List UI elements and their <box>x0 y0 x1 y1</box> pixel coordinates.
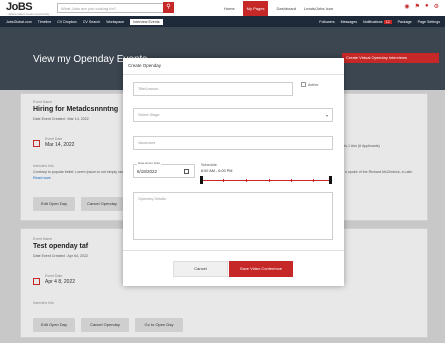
cancel-openday-button[interactable]: Cancel Openday <box>81 197 123 211</box>
event-created-date: Date Event Created : Apr 04, 2022 <box>33 254 88 258</box>
nav-item-home[interactable]: JobsGlobal.com <box>6 20 32 24</box>
nav-item-followers[interactable]: Followers <box>319 20 334 24</box>
search-icon[interactable]: ⚲ <box>163 2 174 13</box>
chevron-down-icon: ▾ <box>325 113 328 118</box>
event-title: Hiring for Metadcsnnntng <box>33 106 119 113</box>
modal-footer-divider <box>123 250 344 251</box>
nav-bar: JobsGlobal.com Timeline CV Dropbox CV Se… <box>0 16 445 27</box>
title-input[interactable]: Title/Lesson <box>133 82 293 96</box>
edit-open-day-button[interactable]: Edit Open Day <box>33 318 75 332</box>
notifications-label: Notifications <box>363 19 383 24</box>
read-more-link[interactable]: Read more <box>33 176 51 180</box>
nav-item-cv-search[interactable]: CV Search <box>83 20 100 24</box>
event-created-date: Date Event Created : Mar 14, 2022 <box>33 117 89 121</box>
top-icons: ◉ ⚑ ● ⚙ <box>404 3 439 10</box>
slider-start-handle[interactable] <box>200 176 203 184</box>
top-link-dashboard[interactable]: Dashboard <box>276 6 296 11</box>
go-to-open-day-button[interactable]: Go to Open Day <box>135 318 183 332</box>
modal-title: Create Openday <box>128 63 162 68</box>
event-date-label: Event Date <box>45 137 63 141</box>
people-icon[interactable]: ◉ <box>404 3 409 10</box>
event-date-label: Event Date <box>45 274 63 278</box>
calendar-icon <box>33 278 40 285</box>
slider-tick <box>269 179 270 182</box>
event-description: Contrary to popular belief, Lorem Ipsum … <box>33 170 123 174</box>
flag-icon[interactable]: ⚑ <box>415 3 420 10</box>
top-links: Home My Pages Dashboard Leads/Jobs Icon <box>224 0 333 16</box>
vacancies-input[interactable]: Vacancies <box>133 136 333 150</box>
logo[interactable]: JoBS ...where talent meets opportunity <box>6 1 50 16</box>
active-checkbox[interactable] <box>301 82 306 87</box>
event-name-label: Event Name <box>33 237 53 241</box>
slider-tick <box>291 179 292 182</box>
nav-item-cv-dropbox[interactable]: CV Dropbox <box>57 20 77 24</box>
save-video-conference-button[interactable]: Save Video Conference <box>229 261 293 277</box>
nav-item-notifications[interactable]: Notifications 12 <box>363 19 392 24</box>
create-openday-button[interactable]: Create Virtual Openday Interviews <box>342 53 439 63</box>
cancel-button[interactable]: Cancel <box>173 261 228 277</box>
event-title: Test openday taf <box>33 243 89 250</box>
event-date: Mar 14, 2022 <box>45 142 75 148</box>
event-applicants: rts 1 Aim (6 Applicants) <box>343 144 380 148</box>
top-bar: JoBS ...where talent meets opportunity W… <box>0 0 445 16</box>
date-input[interactable]: 6/18/2022 <box>133 164 195 178</box>
calendar-icon[interactable] <box>184 169 189 174</box>
nav-item-interview-events[interactable]: Interview Events <box>130 18 163 25</box>
top-link-leads[interactable]: Leads/Jobs Icon <box>304 6 333 11</box>
cancel-openday-button[interactable]: Cancel Openday <box>81 318 129 332</box>
schedule-label: Schedule <box>201 163 217 167</box>
nav-item-messages[interactable]: Messages <box>341 20 357 24</box>
nav-item-workspace[interactable]: Workspace <box>106 20 124 24</box>
event-date: Apr 4 8, 2022 <box>45 279 76 285</box>
event-description-right: n spoke of the Richard McClintock, a Lat… <box>345 170 413 174</box>
slider-tick <box>223 179 224 182</box>
notification-badge: 12 <box>383 19 392 24</box>
calendar-icon <box>33 140 40 147</box>
interview-info-label: Interview Info <box>33 164 54 168</box>
date-label: Date-Event Date <box>137 161 162 165</box>
modal-divider <box>123 74 344 75</box>
interview-info-label: Interview Info <box>33 301 54 305</box>
edit-open-day-button[interactable]: Edit Open Day <box>33 197 75 211</box>
create-openday-modal: Create Openday Title/Lesson Active Selec… <box>123 58 344 286</box>
slider-tick <box>313 179 314 182</box>
stage-select[interactable]: Select Stage ▾ <box>133 108 333 122</box>
nav-item-timeline[interactable]: Timeline <box>38 20 51 24</box>
stage-select-placeholder: Select Stage <box>138 113 160 117</box>
top-link-my-pages[interactable]: My Pages <box>242 0 269 16</box>
search-input[interactable]: What Jobs are you looking for? <box>57 3 165 13</box>
schedule-time: 8:00 AM - 6:00 PM <box>201 169 233 173</box>
slider-tick <box>246 179 247 182</box>
date-value: 6/18/2022 <box>137 169 158 174</box>
active-label: Active <box>308 82 319 87</box>
nav-item-package[interactable]: Package <box>398 20 412 24</box>
nav-item-page-settings[interactable]: Page Settings <box>418 20 440 24</box>
active-checkbox-wrap[interactable]: Active <box>301 82 318 87</box>
slider-end-handle[interactable] <box>329 176 332 184</box>
top-link-home[interactable]: Home <box>224 6 235 11</box>
event-name-label: Event Name <box>33 100 53 104</box>
settings-icon[interactable]: ⚙ <box>434 3 439 10</box>
openday-details-textarea[interactable]: Openday Details <box>133 192 333 240</box>
avatar[interactable]: ● <box>425 3 429 10</box>
